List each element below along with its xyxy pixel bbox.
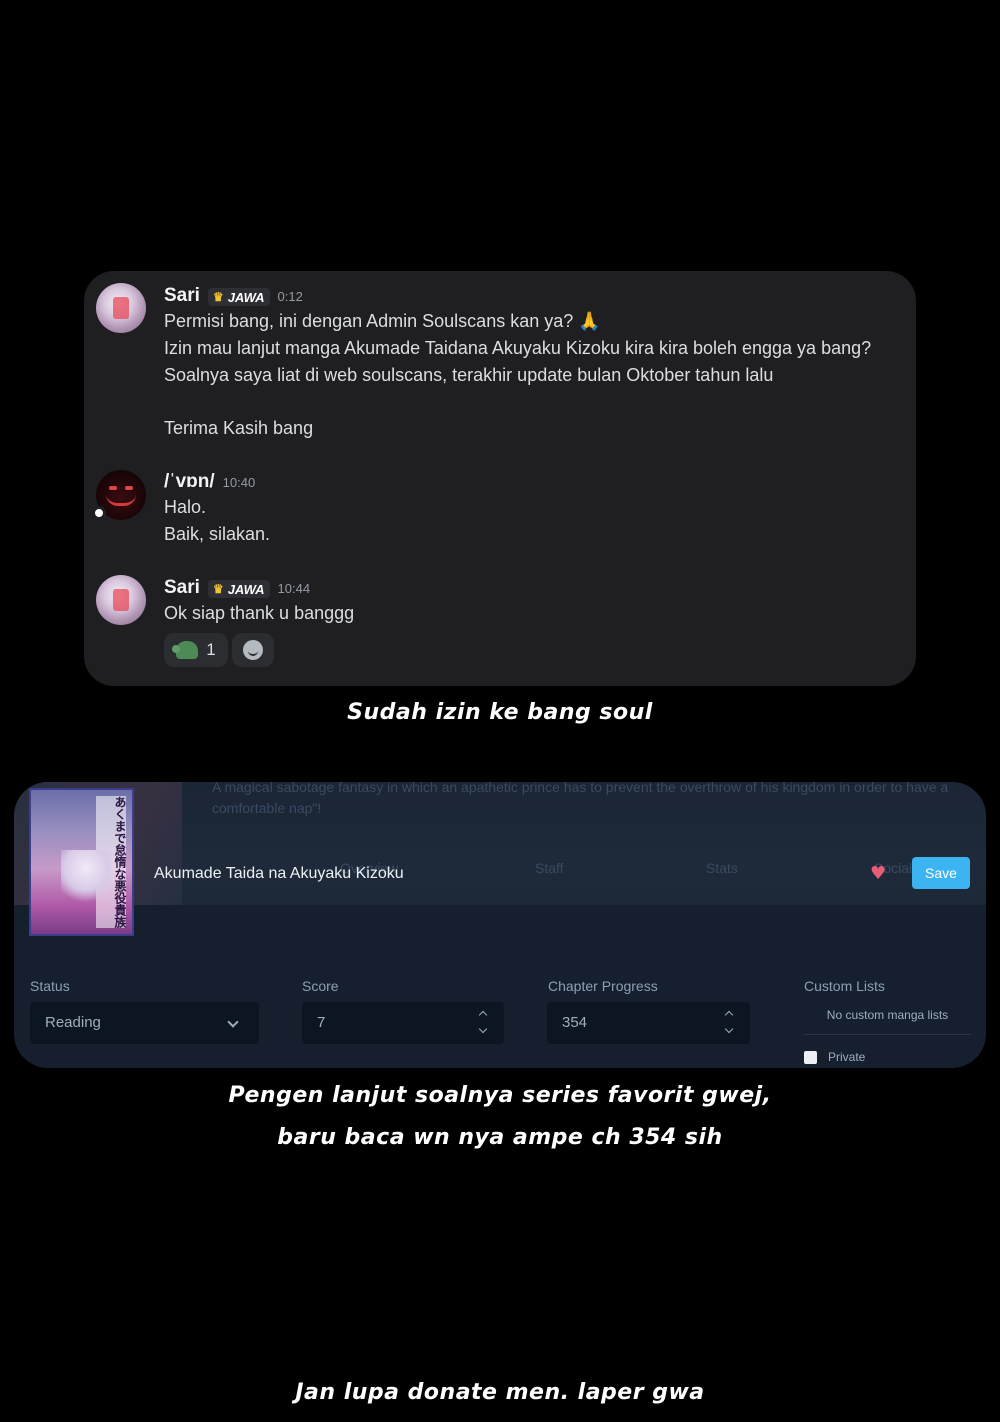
caption-second-line1: Pengen lanjut soalnya series favorit gwe… [228, 1083, 772, 1108]
cover-figure [61, 850, 111, 910]
caption-second-line2: baru baca wn nya ampe ch 354 sih [277, 1125, 723, 1150]
increment-icon[interactable] [478, 1010, 488, 1020]
clan-tag[interactable]: ♛ JAWA [207, 580, 270, 598]
avatar-sari[interactable] [96, 283, 146, 333]
decrement-icon[interactable] [478, 1024, 488, 1034]
custom-lists-label: Custom Lists [804, 978, 885, 994]
avatar-smile [106, 494, 136, 506]
background-description: A magical sabotage fantasy in which an a… [212, 782, 949, 795]
cover-image: あくまで怠惰な悪役貴族 [29, 788, 134, 936]
turtle-emoji-icon [172, 641, 199, 659]
banner: A magical sabotage fantasy in which an a… [14, 782, 986, 905]
message-line: Baik, silakan. [164, 524, 271, 544]
timestamp[interactable]: 10:40 [223, 475, 256, 490]
status-icon [92, 506, 106, 520]
timestamp[interactable]: 0:12 [278, 289, 303, 304]
reaction-button[interactable]: 1 [164, 633, 228, 667]
message-line: Permisi bang, ini dengan Admin Soulscans… [164, 311, 601, 331]
background-tab: Stats [706, 860, 738, 876]
private-checkbox[interactable] [804, 1051, 817, 1064]
username[interactable]: Sari [164, 577, 200, 599]
caption-first: Sudah izin ke bang soul [347, 700, 653, 725]
crown-icon: ♛ [212, 582, 224, 596]
message-line: Ok siap thank u banggg [164, 603, 355, 623]
decrement-icon[interactable] [724, 1024, 734, 1034]
score-input[interactable]: 7 [302, 1002, 504, 1044]
username[interactable]: Sari [164, 285, 200, 307]
score-value: 7 [317, 1014, 326, 1031]
custom-lists-empty: No custom manga lists [804, 1001, 971, 1035]
favourite-heart-icon[interactable]: ♥ [870, 865, 888, 883]
avatar-sari[interactable] [96, 575, 146, 625]
save-button[interactable]: Save [912, 857, 970, 889]
background-description: comfortable nap"! [212, 800, 322, 816]
chevron-down-icon [227, 1016, 239, 1028]
clan-tag-label: JAWA [227, 581, 265, 597]
media-title: Akumade Taida na Akuyaku Kizoku [154, 865, 404, 882]
message-line: Halo. [164, 497, 207, 517]
increment-icon[interactable] [724, 1010, 734, 1020]
add-reaction-icon [243, 640, 263, 660]
clan-tag[interactable]: ♛ JAWA [207, 288, 270, 306]
progress-label: Chapter Progress [548, 978, 658, 994]
discord-chat-card: Sari ♛ JAWA 0:12 Permisi bang, ini denga… [84, 271, 916, 686]
avatar-eye [125, 486, 133, 490]
clan-tag-label: JAWA [227, 289, 265, 305]
status-value: Reading [45, 1014, 101, 1031]
list-editor-card: A magical sabotage fantasy in which an a… [14, 782, 986, 1068]
status-label: Status [30, 978, 70, 994]
username[interactable]: /ˈvɒn/ [164, 471, 215, 493]
caption-third: Jan lupa donate men. laper gwa [295, 1380, 705, 1405]
score-label: Score [302, 978, 339, 994]
message-line: Soalnya saya liat di web soulscans, tera… [164, 365, 774, 385]
timestamp[interactable]: 10:44 [278, 581, 311, 596]
chapter-progress-input[interactable]: 354 [547, 1002, 750, 1044]
background-tab: Staff [535, 860, 564, 876]
private-label[interactable]: Private [828, 1050, 865, 1064]
status-select[interactable]: Reading [30, 1002, 259, 1044]
add-reaction-button[interactable] [232, 633, 274, 667]
message-line: Izin mau lanjut manga Akumade Taidana Ak… [164, 338, 872, 358]
crown-icon: ♛ [212, 290, 224, 304]
avatar-eye [109, 486, 117, 490]
progress-value: 354 [562, 1014, 588, 1031]
reaction-count: 1 [206, 640, 216, 659]
message-line: Terima Kasih bang [164, 418, 314, 438]
